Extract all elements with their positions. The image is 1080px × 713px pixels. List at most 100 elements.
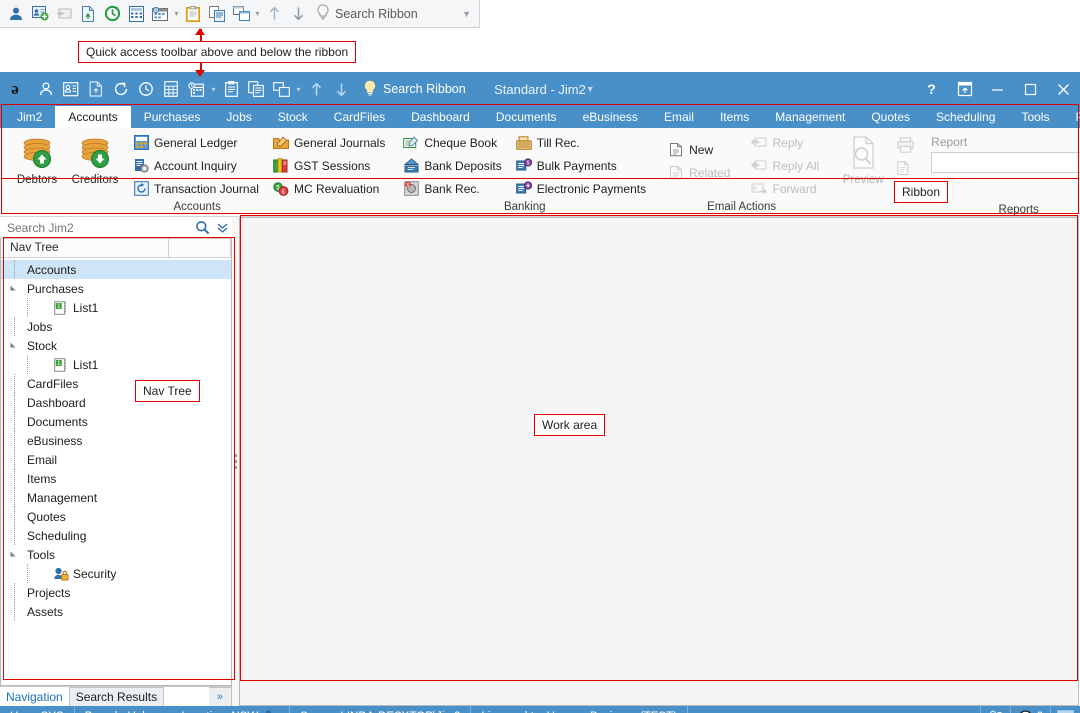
tree-item-tools[interactable]: Tools [1, 545, 231, 564]
tree-item-projects[interactable]: Projects [1, 583, 231, 602]
calendar-icon[interactable] [184, 77, 208, 101]
general-ledger-button[interactable]: General Ledger [130, 132, 262, 153]
collapse-triangle-icon[interactable] [10, 341, 19, 350]
calendar-icon[interactable] [149, 3, 171, 25]
tab-quotes[interactable]: Quotes [858, 106, 923, 128]
report-select[interactable]: ▼ [931, 152, 1080, 173]
timer-status[interactable]: 0 [1010, 706, 1050, 713]
new-email-button[interactable]: New [665, 139, 733, 160]
gst-sessions-button[interactable]: GST Sessions [270, 155, 388, 176]
down-arrow-icon[interactable] [287, 3, 309, 25]
tab-purchases[interactable]: Purchases [131, 106, 214, 128]
arrange-windows-icon[interactable] [269, 77, 293, 101]
tree-item-ebusiness[interactable]: eBusiness [1, 431, 231, 450]
tree-item-assets[interactable]: Assets [1, 602, 231, 621]
tree-item-jobs[interactable]: Jobs [1, 317, 231, 336]
close-button[interactable] [1047, 72, 1080, 106]
tab-management[interactable]: Management [762, 106, 858, 128]
tab-accounts[interactable]: Accounts [55, 106, 131, 128]
window-search-ribbon[interactable]: Search Ribbon [363, 80, 466, 99]
help-button[interactable]: ? [915, 72, 948, 106]
tab-documents[interactable]: Documents [483, 106, 570, 128]
bulk-payments-button[interactable]: $ Bulk Payments [513, 155, 649, 176]
tree-item-management[interactable]: Management [1, 488, 231, 507]
cheque-book-button[interactable]: Cheque Book [400, 132, 504, 153]
tab-search-results[interactable]: Search Results [68, 687, 165, 706]
account-inquiry-button[interactable]: Account Inquiry [130, 155, 262, 176]
electronic-payments-button[interactable]: Electronic Payments [513, 178, 649, 199]
new-document-icon[interactable] [84, 77, 108, 101]
down-arrow-icon[interactable] [329, 77, 353, 101]
tree-item-items[interactable]: Items [1, 469, 231, 488]
bank-deposits-button[interactable]: Bank Deposits [400, 155, 504, 176]
ribbon-display-options-button[interactable] [948, 72, 981, 106]
qat-search-ribbon[interactable]: Search Ribbon [316, 4, 418, 23]
till-rec-button[interactable]: Till Rec. [513, 132, 649, 153]
tree-item-quotes[interactable]: Quotes [1, 507, 231, 526]
tree-item-scheduling[interactable]: Scheduling [1, 526, 231, 545]
debtors-button[interactable]: Debtors [10, 132, 64, 186]
clipboard-icon[interactable] [182, 3, 204, 25]
person-icon[interactable] [34, 77, 58, 101]
mc-revaluation-button[interactable]: $ £ MC Revaluation [270, 178, 388, 199]
panel-splitter[interactable] [232, 217, 239, 706]
calendar-dropdown-icon[interactable]: ▾ [172, 3, 181, 25]
history-icon[interactable] [134, 77, 158, 101]
tab-scheduling[interactable]: Scheduling [923, 106, 1008, 128]
preview-button[interactable]: Preview [834, 132, 892, 186]
arrange-dropdown-icon[interactable]: ▾ [253, 3, 262, 25]
tab-email[interactable]: Email [651, 106, 707, 128]
qat-customize-icon[interactable]: ▼ [586, 84, 595, 94]
add-card-icon[interactable] [29, 3, 51, 25]
tab-projects[interactable]: Projects [1062, 106, 1080, 128]
up-arrow-icon[interactable] [263, 3, 285, 25]
tab-dashboard[interactable]: Dashboard [398, 106, 483, 128]
work-area[interactable] [239, 217, 1079, 706]
tab-tools[interactable]: Tools [1008, 106, 1062, 128]
transaction-journal-button[interactable]: Transaction Journal [130, 178, 262, 199]
calculator-icon[interactable] [159, 77, 183, 101]
maximize-button[interactable] [1014, 72, 1047, 106]
more-tabs-button[interactable]: » [208, 687, 232, 706]
reply-arrow-icon[interactable] [53, 3, 75, 25]
bank-rec-button[interactable]: $ Bank Rec. [400, 178, 504, 199]
tab-cardfiles[interactable]: CardFiles [321, 106, 398, 128]
clipboard-icon[interactable] [219, 77, 243, 101]
copy-icon[interactable] [244, 77, 268, 101]
person-icon[interactable] [5, 3, 27, 25]
tree-item-purchases[interactable]: Purchases [1, 279, 231, 298]
tree-item-purchases-list1[interactable]: 1 List1 [1, 298, 231, 317]
tree-item-email[interactable]: Email [1, 450, 231, 469]
history-icon[interactable] [101, 3, 123, 25]
refresh-icon[interactable] [109, 77, 133, 101]
tree-item-stock[interactable]: Stock [1, 336, 231, 355]
up-arrow-icon[interactable] [304, 77, 328, 101]
search-input[interactable] [5, 219, 192, 236]
tab-jim2[interactable]: Jim2 [4, 106, 55, 128]
collapse-triangle-icon[interactable] [10, 284, 19, 293]
tab-items[interactable]: Items [707, 106, 762, 128]
tab-stock[interactable]: Stock [265, 106, 321, 128]
add-card-icon[interactable] [59, 77, 83, 101]
copy-icon[interactable] [206, 3, 228, 25]
network-icon[interactable] [264, 709, 279, 713]
general-journals-button[interactable]: General Journals [270, 132, 388, 153]
arrange-dropdown-icon[interactable]: ▾ [294, 78, 303, 100]
creditors-button[interactable]: Creditors [68, 132, 122, 186]
magnifier-icon[interactable] [192, 218, 212, 238]
tree-item-security[interactable]: Security [1, 564, 231, 583]
tab-ebusiness[interactable]: eBusiness [570, 106, 651, 128]
arrange-windows-icon[interactable] [230, 3, 252, 25]
collapse-triangle-icon[interactable] [10, 550, 19, 559]
tree-item-accounts[interactable]: Accounts [1, 260, 231, 279]
tab-navigation[interactable]: Navigation [0, 687, 69, 706]
minimize-button[interactable] [981, 72, 1014, 106]
tree-item-documents[interactable]: Documents [1, 412, 231, 431]
chevrons-down-icon[interactable] [212, 218, 232, 238]
tab-jobs[interactable]: Jobs [213, 106, 264, 128]
calculator-icon[interactable] [125, 3, 147, 25]
qat-customize-icon[interactable]: ▼ [462, 9, 471, 19]
tree-item-stock-list1[interactable]: 1 List1 [1, 355, 231, 374]
layout-icon[interactable] [1050, 706, 1080, 713]
calendar-dropdown-icon[interactable]: ▾ [209, 78, 218, 100]
